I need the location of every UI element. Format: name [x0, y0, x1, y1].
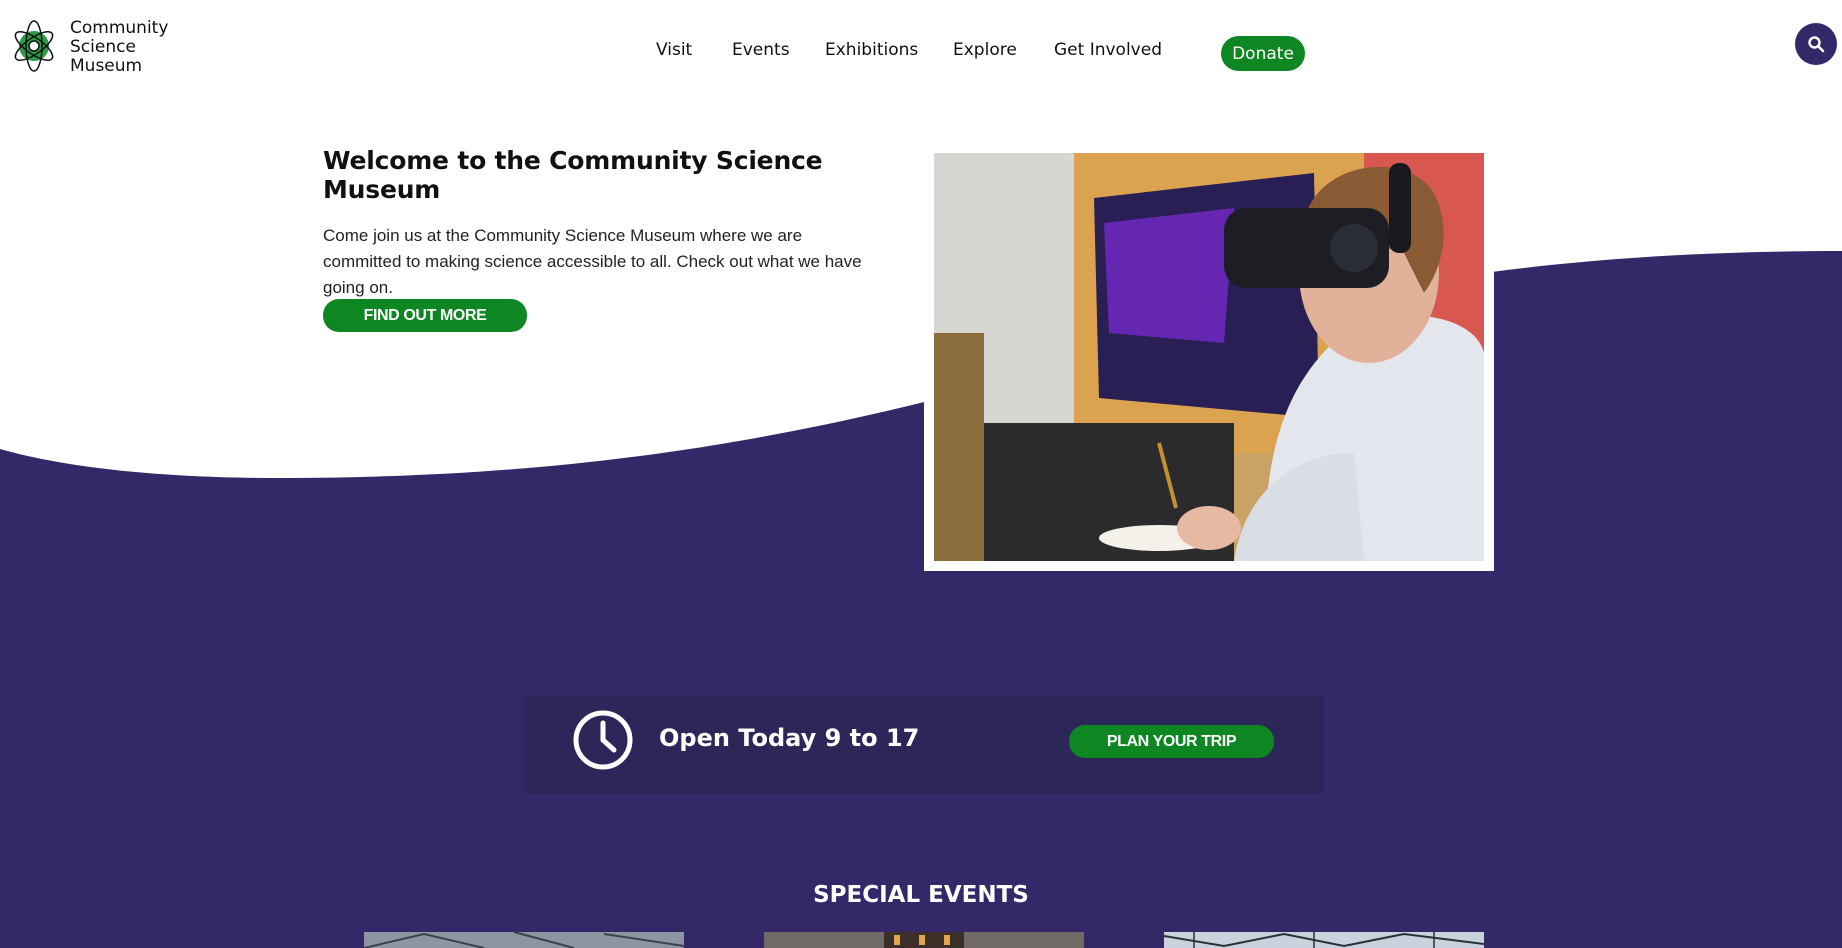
- logo-line: Museum: [70, 56, 143, 76]
- nav-get-involved[interactable]: Get Involved: [1054, 40, 1162, 60]
- find-out-more-button[interactable]: FIND OUT MORE: [323, 299, 527, 332]
- nav-visit[interactable]: Visit: [656, 40, 692, 60]
- hero-section: Welcome to the Community Science Museum …: [323, 146, 863, 332]
- hero-description: Come join us at the Community Science Mu…: [323, 226, 862, 297]
- donate-button[interactable]: Donate: [1221, 36, 1305, 71]
- nav-exhibitions[interactable]: Exhibitions: [825, 40, 918, 60]
- event-card-image[interactable]: [764, 932, 1084, 948]
- plan-your-trip-button[interactable]: PLAN YOUR TRIP: [1069, 725, 1274, 758]
- hero-wave-background: [0, 0, 1842, 478]
- search-button[interactable]: [1795, 23, 1837, 65]
- nav-explore[interactable]: Explore: [953, 40, 1017, 60]
- event-card-1-image: [364, 932, 684, 948]
- hero-photo: [934, 153, 1484, 561]
- special-events-heading: SPECIAL EVENTS: [813, 882, 1029, 908]
- atom-logo-icon: [14, 20, 54, 72]
- logo-wordmark: Community Science Museum: [70, 19, 168, 76]
- site-logo[interactable]: Community Science Museum: [10, 18, 168, 76]
- nav-events[interactable]: Events: [732, 40, 790, 60]
- event-card-image[interactable]: [1164, 932, 1484, 948]
- logo-line: Science: [70, 37, 136, 57]
- logo-line: Community: [70, 18, 169, 38]
- event-card-3-image: [1164, 932, 1484, 948]
- vr-painter-image: [934, 153, 1484, 561]
- clock-icon: [573, 710, 633, 770]
- event-card-2-image: [764, 932, 1084, 948]
- hero-image-frame: [924, 144, 1494, 571]
- hours-panel: Open Today 9 to 17 PLAN YOUR TRIP: [523, 695, 1324, 794]
- search-icon: [1808, 36, 1825, 53]
- opening-hours-text: Open Today 9 to 17: [659, 724, 920, 752]
- site-header: Community Science Museum Visit Events Ex…: [0, 0, 1842, 100]
- hero-title: Welcome to the Community Science Museum: [323, 146, 823, 204]
- event-card-image[interactable]: [364, 932, 684, 948]
